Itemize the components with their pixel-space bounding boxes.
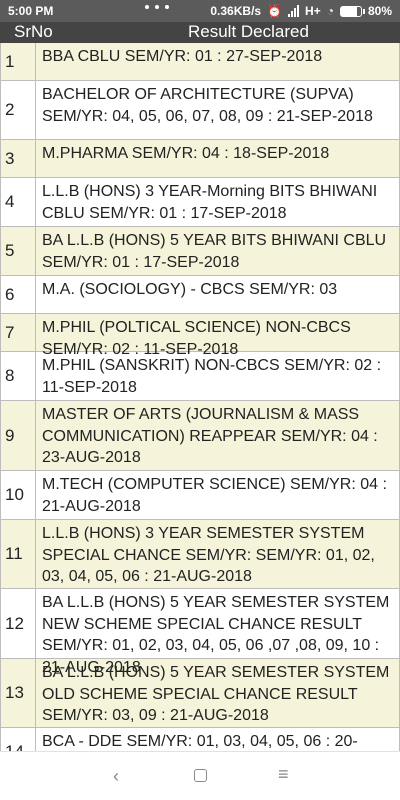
- recents-icon[interactable]: ≡: [278, 764, 289, 785]
- result-text[interactable]: L.L.B (HONS) 3 YEAR-Morning BITS BHIWANI…: [36, 178, 400, 226]
- result-text[interactable]: M.PHIL (POLTICAL SCIENCE) NON-CBCS SEM/Y…: [36, 314, 400, 358]
- table-row[interactable]: 7 M.PHIL (POLTICAL SCIENCE) NON-CBCS SEM/…: [0, 314, 400, 358]
- table-row[interactable]: 8 M.PHIL (SANSKRIT) NON-CBCS SEM/YR: 02 :…: [0, 352, 400, 401]
- wifi-icon: ◔: [326, 4, 334, 18]
- row-number: 4: [0, 178, 36, 226]
- table-row[interactable]: 10 M.TECH (COMPUTER SCIENCE) SEM/YR: 04 :…: [0, 471, 400, 520]
- table-row[interactable]: 5 BA L.L.B (HONS) 5 YEAR BITS BHIWANI CBL…: [0, 227, 400, 276]
- home-icon[interactable]: [194, 769, 207, 782]
- table-row[interactable]: 3 M.PHARMA SEM/YR: 04 : 18-SEP-2018: [0, 140, 400, 178]
- result-text[interactable]: BACHELOR OF ARCHITECTURE (SUPVA) SEM/YR:…: [36, 81, 400, 139]
- status-bar: 5:00 PM 0.36KB/s ⏰ H+ ◔ 80%: [0, 0, 400, 22]
- table-row[interactable]: 11 L.L.B (HONS) 3 YEAR SEMESTER SYSTEM SP…: [0, 520, 400, 589]
- table-row[interactable]: 1 BBA CBLU SEM/YR: 01 : 27-SEP-2018: [0, 43, 400, 81]
- row-number: 1: [0, 43, 36, 80]
- table-row[interactable]: 6 M.A. (SOCIOLOGY) - CBCS SEM/YR: 03: [0, 276, 400, 314]
- table-row[interactable]: 12 BA L.L.B (HONS) 5 YEAR SEMESTER SYSTEM…: [0, 589, 400, 676]
- result-text[interactable]: BA L.L.B (HONS) 5 YEAR BITS BHIWANI CBLU…: [36, 227, 400, 275]
- row-number: 3: [0, 140, 36, 177]
- result-text[interactable]: M.A. (SOCIOLOGY) - CBCS SEM/YR: 03: [36, 276, 400, 313]
- network-type: H+: [305, 4, 321, 18]
- header-result-declared: Result Declared: [188, 22, 309, 41]
- result-text[interactable]: M.PHIL (SANSKRIT) NON-CBCS SEM/YR: 02 : …: [36, 352, 400, 400]
- row-number: 8: [0, 352, 36, 400]
- table-row[interactable]: 13 BA L.L.B (HONS) 5 YEAR SEMESTER SYSTEM…: [0, 659, 400, 728]
- table-row[interactable]: 2 BACHELOR OF ARCHITECTURE (SUPVA) SEM/YR…: [0, 81, 400, 140]
- row-number: 9: [0, 401, 36, 470]
- back-icon[interactable]: ‹: [113, 766, 119, 787]
- results-table: 1 BBA CBLU SEM/YR: 01 : 27-SEP-2018 2 BACHE…: [0, 43, 400, 777]
- result-text[interactable]: BA L.L.B (HONS) 5 YEAR SEMESTER SYSTEM O…: [36, 659, 400, 727]
- header-srno: SrNo: [14, 22, 53, 41]
- row-number: 2: [0, 81, 36, 139]
- network-speed: 0.36KB/s: [210, 4, 262, 18]
- result-text[interactable]: BBA CBLU SEM/YR: 01 : 27-SEP-2018: [36, 43, 400, 80]
- battery-percent: 80%: [367, 4, 392, 18]
- row-number: 7: [0, 314, 36, 351]
- result-text[interactable]: M.PHARMA SEM/YR: 04 : 18-SEP-2018: [36, 140, 400, 177]
- row-number: 13: [0, 659, 36, 727]
- table-row[interactable]: 9 MASTER OF ARTS (JOURNALISM & MASS COMMU…: [0, 401, 400, 471]
- notification-dots: [145, 5, 169, 9]
- status-time: 5:00 PM: [8, 4, 54, 18]
- alarm-icon: ⏰: [267, 4, 283, 18]
- result-text[interactable]: L.L.B (HONS) 3 YEAR SEMESTER SYSTEM SPEC…: [36, 520, 400, 588]
- row-number: 11: [0, 520, 36, 588]
- row-number: 6: [0, 276, 36, 313]
- status-right: 0.36KB/s ⏰ H+ ◔ 80%: [210, 4, 392, 18]
- table-row[interactable]: 4 L.L.B (HONS) 3 YEAR-Morning BITS BHIWAN…: [0, 178, 400, 227]
- result-text[interactable]: M.TECH (COMPUTER SCIENCE) SEM/YR: 04 : 2…: [36, 471, 400, 519]
- table-header: SrNo Result Declared: [0, 22, 400, 43]
- row-number: 5: [0, 227, 36, 275]
- result-text[interactable]: MASTER OF ARTS (JOURNALISM & MASS COMMUN…: [36, 401, 400, 470]
- battery-icon: [339, 5, 365, 17]
- row-number: 10: [0, 471, 36, 519]
- nav-bar: ‹ ≡: [0, 751, 400, 800]
- row-number: 12: [0, 589, 36, 658]
- result-text[interactable]: BA L.L.B (HONS) 5 YEAR SEMESTER SYSTEM N…: [36, 589, 400, 676]
- signal-icon: [288, 5, 300, 17]
